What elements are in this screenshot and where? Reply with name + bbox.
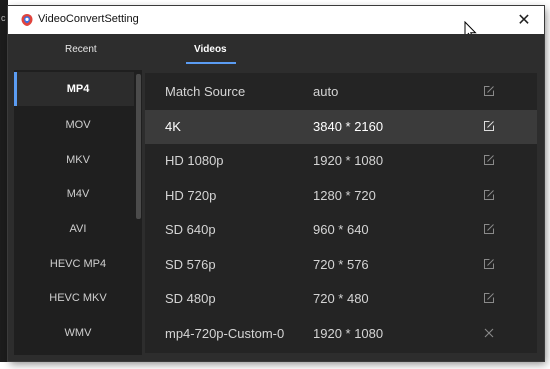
- sidebar-item-hevc-mp4[interactable]: HEVC MP4: [14, 247, 142, 281]
- sidebar-item-m4v[interactable]: M4V: [14, 177, 142, 211]
- edit-icon[interactable]: [481, 256, 497, 272]
- edit-icon[interactable]: [481, 118, 497, 134]
- sidebar-item-avi[interactable]: AVI: [14, 212, 142, 246]
- format-sidebar: MP4 MOV MKV M4V AVI HEVC MP4 HEVC MKV WM…: [14, 70, 142, 355]
- tab-bar: Recent Videos: [8, 34, 544, 70]
- app-logo-icon: [21, 14, 33, 26]
- sidebar-item-label: WMV: [64, 327, 92, 339]
- edit-icon[interactable]: [481, 83, 497, 99]
- preset-name: SD 640p: [165, 222, 216, 237]
- preset-name: Match Source: [165, 84, 246, 99]
- window-title: VideoConvertSetting: [38, 13, 139, 25]
- sidebar-item-mp4[interactable]: MP4: [14, 72, 142, 106]
- sidebar-item-label: MOV: [65, 119, 91, 131]
- sidebar-item-hevc-mkv[interactable]: HEVC MKV: [14, 281, 142, 315]
- sidebar-item-label: HEVC MKV: [49, 292, 107, 304]
- preset-row[interactable]: Match Source auto: [145, 75, 537, 109]
- sidebar-item-mov[interactable]: MOV: [14, 108, 142, 142]
- preset-list: Match Source auto 4K 3840 * 2160 HD 1080…: [145, 73, 537, 353]
- sidebar-item-label: MKV: [66, 154, 90, 166]
- preset-resolution: 3840 * 2160: [313, 119, 384, 134]
- preset-resolution: 1280 * 720: [313, 188, 376, 203]
- sidebar-item-label: AVI: [69, 223, 87, 235]
- close-button[interactable]: ✕: [512, 8, 536, 32]
- preset-name: HD 1080p: [165, 153, 224, 168]
- preset-row[interactable]: SD 480p 720 * 480: [145, 282, 537, 316]
- preset-resolution: 1920 * 1080: [313, 326, 384, 341]
- preset-resolution: 1920 * 1080: [313, 153, 384, 168]
- preset-row[interactable]: HD 1080p 1920 * 1080: [145, 144, 537, 178]
- preset-resolution: auto: [313, 84, 339, 99]
- page-margin-bottom: [0, 362, 550, 369]
- sidebar-item-label: MP4: [66, 83, 90, 95]
- edit-icon[interactable]: [481, 290, 497, 306]
- preset-name: SD 576p: [165, 257, 216, 272]
- edit-icon[interactable]: [481, 187, 497, 203]
- sidebar-scrollbar[interactable]: [134, 70, 142, 355]
- sidebar-item-mkv[interactable]: MKV: [14, 143, 142, 177]
- preset-resolution: 960 * 640: [313, 222, 369, 237]
- tab-recent[interactable]: Recent: [65, 44, 97, 55]
- preset-row[interactable]: SD 640p 960 * 640: [145, 213, 537, 247]
- preset-row-selected[interactable]: 4K 3840 * 2160: [145, 110, 537, 144]
- preset-name: mp4-720p-Custom-0: [165, 326, 285, 341]
- preset-resolution: 720 * 480: [313, 291, 369, 306]
- tab-videos[interactable]: Videos: [194, 44, 227, 55]
- scrollbar-thumb[interactable]: [136, 74, 141, 219]
- page-margin-right: [545, 0, 550, 369]
- preset-row[interactable]: HD 720p 1280 * 720: [145, 179, 537, 213]
- preset-resolution: 720 * 576: [313, 257, 369, 272]
- background-window-text: c: [1, 13, 6, 23]
- preset-row[interactable]: mp4-720p-Custom-0 1920 * 1080: [145, 317, 537, 351]
- preset-name: 4K: [165, 119, 181, 134]
- edit-icon[interactable]: [481, 152, 497, 168]
- preset-row[interactable]: SD 576p 720 * 576: [145, 248, 537, 282]
- sidebar-item-label: HEVC MP4: [49, 258, 107, 270]
- edit-icon[interactable]: [481, 221, 497, 237]
- active-tab-indicator: [186, 62, 236, 64]
- title-bar[interactable]: VideoConvertSetting ✕: [8, 6, 544, 41]
- preset-name: HD 720p: [165, 188, 217, 203]
- close-icon: ✕: [517, 12, 531, 29]
- background-window-edge: c: [0, 0, 8, 369]
- sidebar-item-label: M4V: [66, 188, 90, 200]
- video-convert-setting-window: VideoConvertSetting ✕ Recent Videos MP4 …: [8, 6, 544, 361]
- sidebar-item-wmv[interactable]: WMV: [14, 316, 142, 350]
- preset-name: SD 480p: [165, 291, 216, 306]
- delete-icon[interactable]: [481, 325, 497, 341]
